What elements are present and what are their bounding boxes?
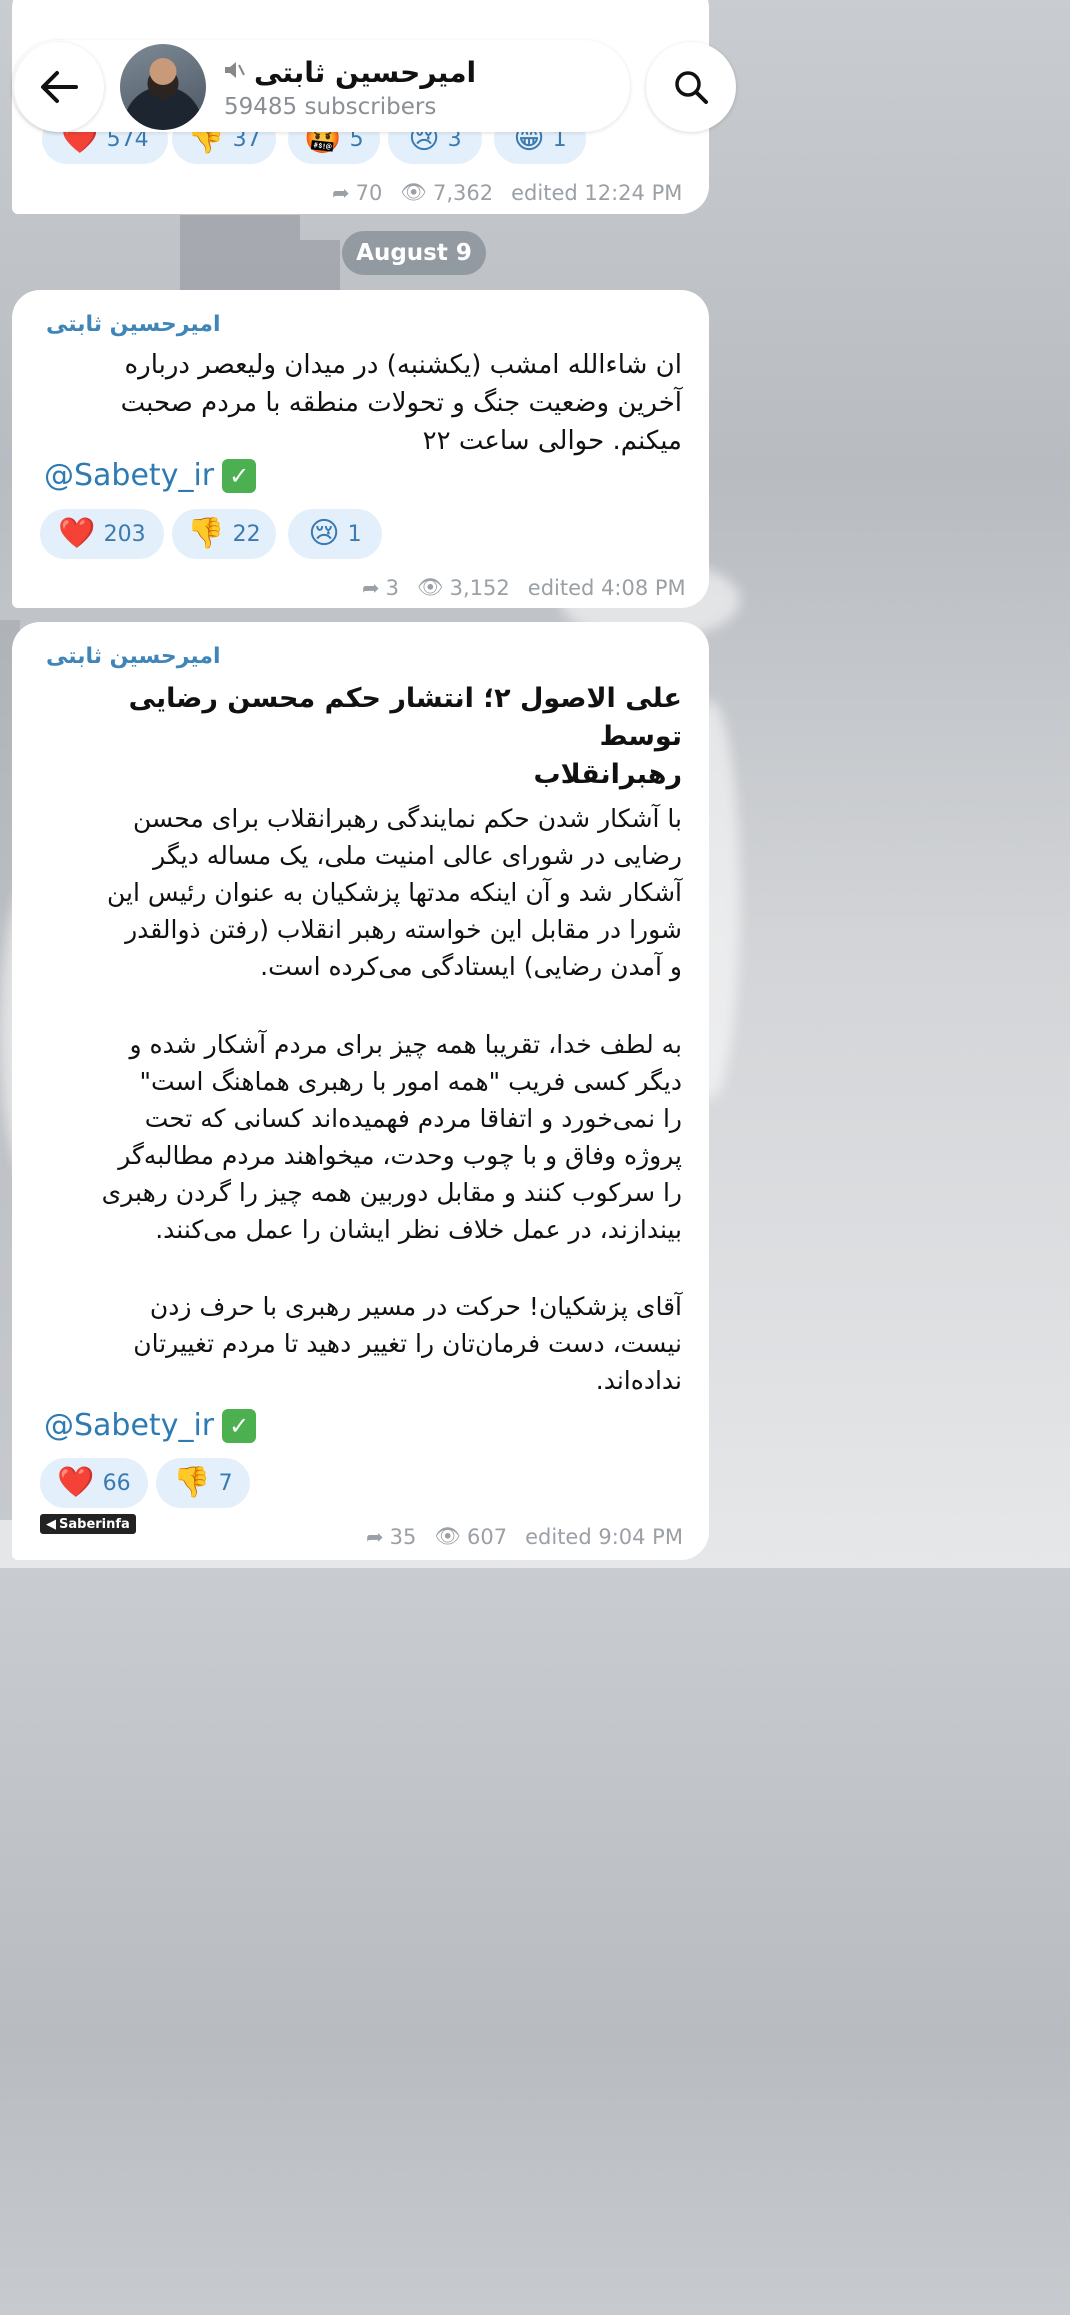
subscriber-count: 59485 subscribers xyxy=(224,94,437,120)
handle-text: @Sabety_ir xyxy=(44,458,215,493)
reaction-count: 7 xyxy=(218,1470,233,1496)
message-time: edited 9:04 PM xyxy=(525,1524,683,1549)
message-paragraph: به لطف خدا، تقریبا همه چیز برای مردم آشک… xyxy=(101,1030,682,1244)
message-meta: ➦ 3 👁 3,152 edited 4:08 PM xyxy=(362,575,686,600)
handle-text: @Sabety_ir xyxy=(44,1408,215,1443)
message-headline: علی الاصول ۲؛ انتشار حکم محسن رضایی توسط… xyxy=(128,683,682,790)
message-text: ان شاءالله امشب (یکشنبه) در میدان ولیعصر… xyxy=(120,350,682,456)
channel-title-text: امیرحسین ثابتی xyxy=(254,55,477,89)
check-mark-icon: ✓ xyxy=(222,1408,257,1443)
reaction-thumbs-down[interactable]: 👎 22 xyxy=(172,509,276,559)
message-time: edited 12:24 PM xyxy=(511,180,683,205)
view-count: 7,362 xyxy=(433,180,494,205)
message-paragraph: آقای پزشکیان! حرکت در مسیر رهبری با حرف … xyxy=(133,1292,682,1395)
message-author: امیرحسین ثابتی xyxy=(46,312,221,337)
reaction-crying[interactable]: 😢 1 xyxy=(288,509,382,559)
back-button[interactable] xyxy=(14,42,104,132)
thumbs-down-icon: 👎 xyxy=(187,516,225,551)
reaction-count: 1 xyxy=(347,521,362,547)
reaction-thumbs-down[interactable]: 👎 7 xyxy=(156,1458,250,1508)
eye-icon: 👁 xyxy=(416,575,444,599)
reaction-count: 203 xyxy=(103,521,146,547)
watermark-logo: ◀ Saberinfa xyxy=(40,1514,136,1534)
channel-title: امیرحسین ثابتی xyxy=(222,52,582,92)
forward-count: 35 xyxy=(389,1524,417,1549)
search-button[interactable] xyxy=(646,42,736,132)
megaphone-icon: ◀ xyxy=(46,1516,56,1532)
reaction-heart[interactable]: ❤️ 203 xyxy=(40,509,164,559)
reaction-heart[interactable]: ❤️ 66 xyxy=(40,1458,148,1508)
forward-icon: ➦ xyxy=(362,575,380,600)
forward-count: 3 xyxy=(385,575,399,600)
forward-icon: ➦ xyxy=(366,1524,384,1549)
reaction-count: 66 xyxy=(102,1470,131,1496)
crying-face-icon: 😢 xyxy=(308,516,340,551)
date-separator: August 9 xyxy=(342,231,486,275)
check-mark-icon: ✓ xyxy=(222,458,257,493)
arrow-left-icon xyxy=(41,71,78,103)
message-author: امیرحسین ثابتی xyxy=(46,644,221,669)
reaction-count: 22 xyxy=(232,521,261,547)
heart-icon: ❤️ xyxy=(57,1465,95,1500)
message-paragraph: با آشکار شدن حکم نمایندگی رهبرانقلاب برا… xyxy=(106,804,682,981)
eye-icon: 👁 xyxy=(434,1524,462,1548)
forward-icon: ➦ xyxy=(332,180,350,205)
channel-handle-link[interactable]: @Sabety_ir ✓ xyxy=(44,1408,257,1443)
channel-handle-link[interactable]: @Sabety_ir ✓ xyxy=(44,458,257,493)
message-meta: ➦ 70 👁 7,362 edited 12:24 PM xyxy=(332,180,682,205)
view-count: 607 xyxy=(467,1524,508,1549)
forward-count: 70 xyxy=(355,180,383,205)
thumbs-down-icon: 👎 xyxy=(173,1465,211,1500)
speaker-muted-icon xyxy=(222,56,246,89)
search-icon xyxy=(675,71,708,104)
avatar[interactable] xyxy=(120,44,206,130)
message-meta: ➦ 35 👁 607 edited 9:04 PM xyxy=(366,1524,683,1549)
eye-icon: 👁 xyxy=(400,180,428,204)
message-time: edited 4:08 PM xyxy=(527,575,686,600)
view-count: 3,152 xyxy=(449,575,510,600)
watermark-text: Saberinfa xyxy=(59,1516,130,1532)
heart-icon: ❤️ xyxy=(58,516,96,551)
